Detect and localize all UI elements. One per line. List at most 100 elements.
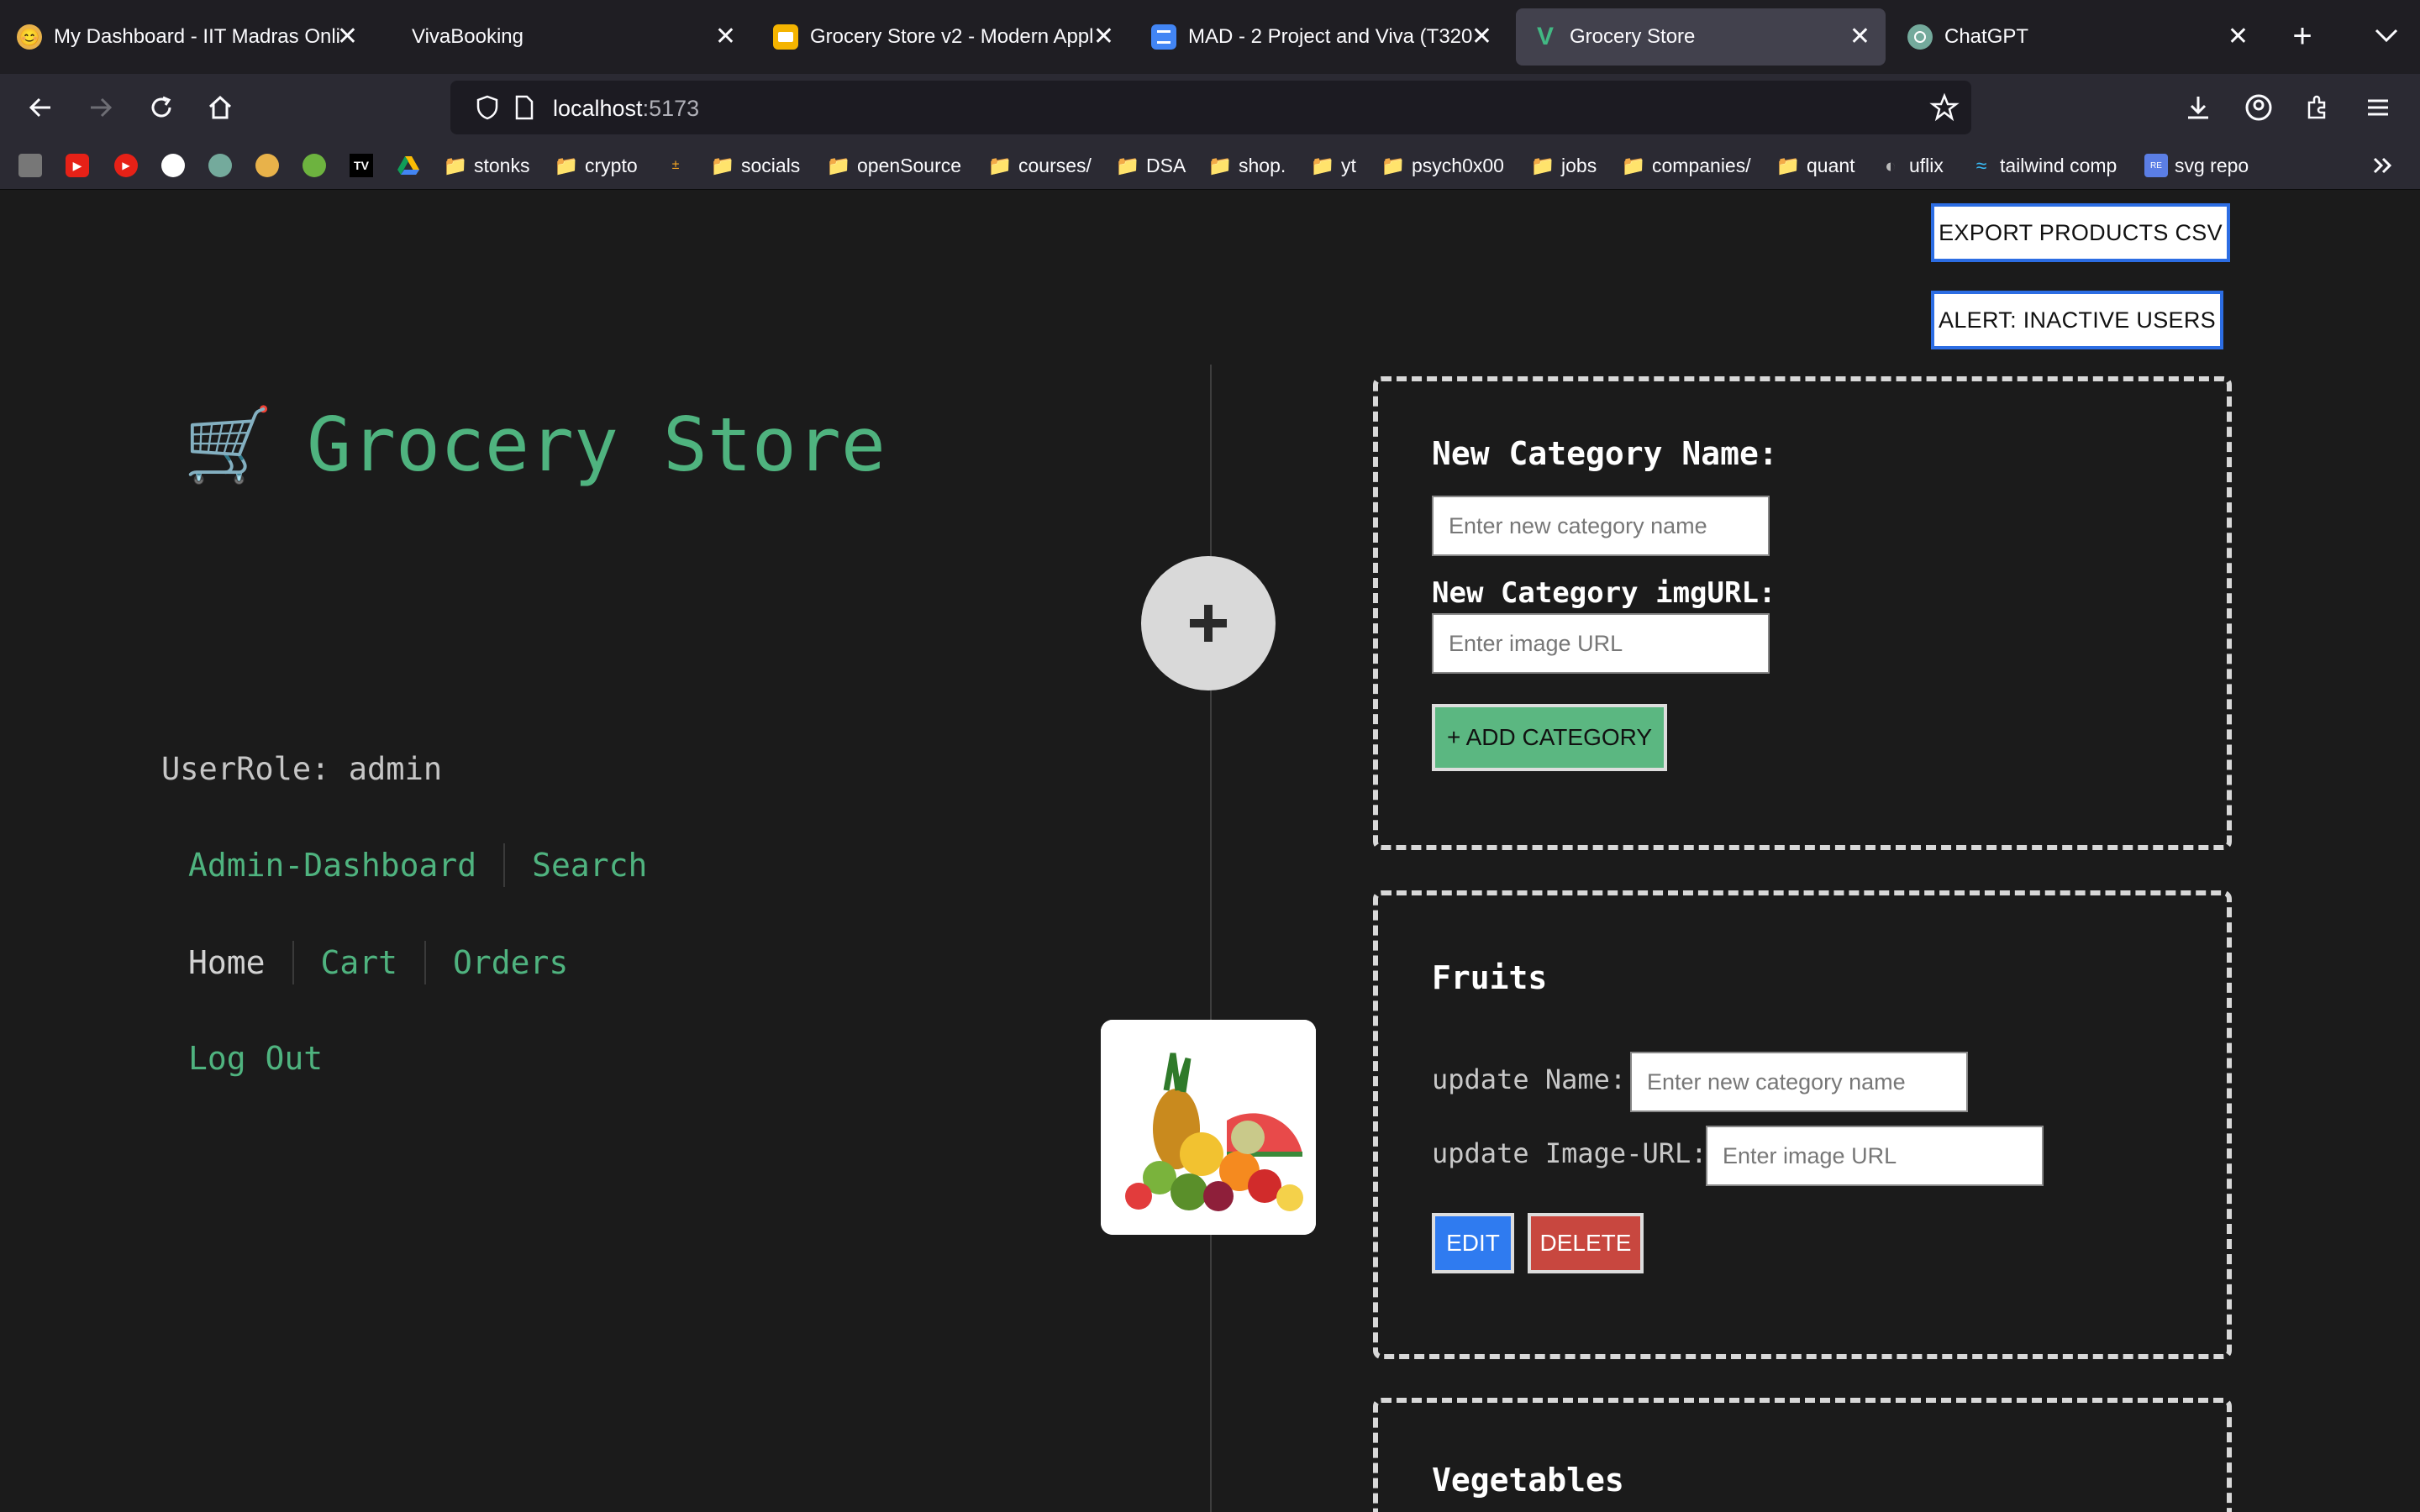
bookmark-folder-shop[interactable]: 📁 shop. <box>1208 150 1286 181</box>
back-button[interactable] <box>18 86 62 129</box>
youtube-music-icon: ▶ <box>114 154 138 177</box>
shield-icon <box>476 95 498 120</box>
new-category-name-input[interactable]: Enter new category name <box>1432 496 1770 556</box>
bookmark-svgrepo[interactable]: RE svg repo <box>2144 150 2249 181</box>
bookmark-folder-opensource[interactable]: 📁 openSource <box>827 150 961 181</box>
close-tab-icon[interactable]: ✕ <box>1093 24 1114 50</box>
folder-icon: 📁 <box>987 154 1013 176</box>
nav-link-admin-dashboard[interactable]: Admin-Dashboard <box>188 847 476 884</box>
folder-icon: 📁 <box>1530 154 1555 176</box>
bookmark-label: stonks <box>474 154 530 176</box>
logout-link[interactable]: Log Out <box>188 1040 323 1077</box>
tab-grocery-store-v2[interactable]: Grocery Store v2 - Modern Appl ✕ <box>756 8 1129 66</box>
bookmark-youtube-music[interactable]: ▶ <box>114 150 145 181</box>
bookmark-folder-jobs[interactable]: 📁 jobs <box>1531 150 1597 181</box>
bookmark-uflix[interactable]: ◐ uflix <box>1879 150 1944 181</box>
update-image-url-label: update Image-URL: <box>1432 1137 1707 1169</box>
delete-button[interactable]: DELETE <box>1528 1213 1644 1273</box>
tab-chatgpt[interactable]: ChatGPT ✕ <box>1891 8 2264 66</box>
new-category-img-input[interactable]: Enter image URL <box>1432 613 1770 674</box>
edit-button[interactable]: EDIT <box>1432 1213 1514 1273</box>
close-tab-icon[interactable]: ✕ <box>1471 24 1492 50</box>
chatgpt-icon <box>208 154 232 177</box>
puzzle-icon <box>2307 95 2326 119</box>
bookmark-chatgpt[interactable] <box>208 150 239 181</box>
close-tab-icon[interactable]: ✕ <box>337 24 358 50</box>
bookmark-folder-crypto[interactable]: 📁 crypto <box>555 150 638 181</box>
folder-icon: 📁 <box>1310 154 1335 176</box>
spring-leaf-icon <box>302 154 326 177</box>
bookmark-label: crypto <box>585 154 638 176</box>
category-name: Fruits <box>1432 959 1548 996</box>
home-button[interactable] <box>198 86 242 129</box>
bookmark-google-drive[interactable] <box>397 150 427 181</box>
bookmark-folder-socials[interactable]: 📁 socials <box>711 150 801 181</box>
bookmark-label: quant <box>1807 154 1855 176</box>
alert-inactive-users-button[interactable]: ALERT: INACTIVE USERS <box>1931 291 2223 349</box>
tab-mad-project-viva[interactable]: MAD - 2 Project and Viva (T320 ✕ <box>1134 8 1507 66</box>
bookmark-folder-companies[interactable]: 📁 companies/ <box>1622 150 1751 181</box>
bookmark-smiley[interactable] <box>255 150 286 181</box>
tab-iitm-dashboard[interactable]: 😊 My Dashboard - IIT Madras Onli ✕ <box>0 8 373 66</box>
bookmark-label: uflix <box>1909 154 1944 176</box>
bookmark-tradingview[interactable]: TV <box>350 150 380 181</box>
brand-title[interactable]: Grocery Store <box>307 402 886 488</box>
bookmark-label: yt <box>1341 154 1356 176</box>
bookmark-label: socials <box>741 154 801 176</box>
bookmark-github[interactable] <box>161 150 192 181</box>
docs-favicon-icon <box>1151 24 1176 50</box>
nav-link-home[interactable]: Home <box>188 944 266 981</box>
url-text: localhost:5173 <box>553 96 699 122</box>
close-tab-icon[interactable]: ✕ <box>1849 24 1870 50</box>
forward-button[interactable] <box>79 86 123 129</box>
tab-vivabooking[interactable]: VivaBooking ✕ <box>378 8 751 66</box>
bookmark-stairs[interactable] <box>18 150 49 181</box>
bookmark-folder-courses[interactable]: 📁 courses/ <box>988 150 1092 181</box>
account-button[interactable] <box>2237 86 2281 129</box>
svgrepo-icon: RE <box>2144 154 2168 177</box>
new-tab-button[interactable]: + <box>2284 15 2321 57</box>
add-category-button[interactable]: + ADD CATEGORY <box>1432 704 1667 771</box>
downloads-button[interactable] <box>2176 86 2220 129</box>
extensions-button[interactable] <box>2296 86 2339 129</box>
tradingview-icon: TV <box>350 154 373 177</box>
admin-nav: Admin-Dashboard Search <box>188 843 647 887</box>
update-name-input[interactable]: Enter new category name <box>1630 1052 1968 1112</box>
bookmark-spring[interactable] <box>302 150 333 181</box>
fruits-category-image[interactable] <box>1101 1020 1316 1235</box>
tab-title: Grocery Store <box>1570 25 1696 48</box>
bookmark-folder-psych[interactable]: 📁 psych0x00 <box>1381 150 1504 181</box>
bookmark-math[interactable]: ± <box>664 150 694 181</box>
bookmark-youtube[interactable]: ▶ <box>66 150 96 181</box>
nav-link-cart[interactable]: Cart <box>321 944 398 981</box>
bookmark-folder-quant[interactable]: 📁 quant <box>1776 150 1855 181</box>
folder-icon: 📁 <box>1776 154 1801 176</box>
address-bar[interactable]: localhost:5173 <box>450 81 1971 134</box>
bookmark-folder-dsa[interactable]: 📁 DSA <box>1116 150 1186 181</box>
export-products-csv-button[interactable]: EXPORT PRODUCTS CSV <box>1931 203 2230 262</box>
nav-link-orders[interactable]: Orders <box>453 944 568 981</box>
tailwind-icon: ≈ <box>1975 154 1987 176</box>
plus-icon <box>1190 605 1227 642</box>
tab-grocery-store[interactable]: V Grocery Store ✕ <box>1516 8 1886 66</box>
list-all-tabs-chevron-icon[interactable] <box>2368 17 2405 54</box>
stairs-icon <box>18 154 42 177</box>
nav-divider <box>292 941 294 984</box>
update-image-url-input[interactable]: Enter image URL <box>1706 1126 2044 1186</box>
close-tab-icon[interactable]: ✕ <box>715 24 736 50</box>
add-category-toggle-button[interactable] <box>1141 556 1276 690</box>
bookmark-folder-yt[interactable]: 📁 yt <box>1311 150 1356 181</box>
bookmark-star-icon <box>1929 92 1960 122</box>
url-port: :5173 <box>642 96 700 121</box>
bookmark-tailwind[interactable]: ≈ tailwind comp <box>1970 150 2118 181</box>
bookmark-folder-stonks[interactable]: 📁 stonks <box>444 150 530 181</box>
close-tab-icon[interactable]: ✕ <box>2228 24 2249 50</box>
folder-icon: 📁 <box>1621 154 1646 176</box>
bookmark-label: DSA <box>1146 154 1186 176</box>
more-bookmarks-chevron-icon[interactable] <box>2370 150 2396 181</box>
reload-button[interactable] <box>139 86 183 129</box>
menu-button[interactable] <box>2356 86 2400 129</box>
nav-link-search[interactable]: Search <box>532 847 647 884</box>
category-name: Vegetables <box>1432 1462 1624 1499</box>
brand: 🛒 Grocery Store <box>183 402 886 488</box>
